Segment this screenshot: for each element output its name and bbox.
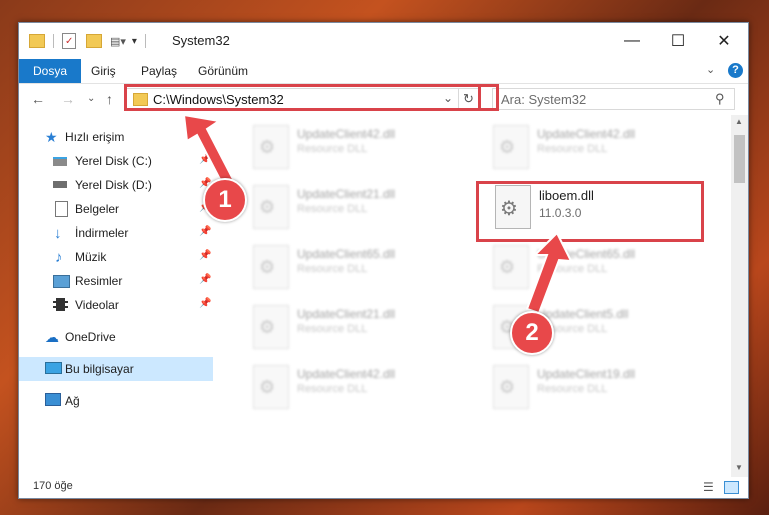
annotation-arrows [182, 113, 573, 315]
explorer-window: ✓ ▤▾ ▾ System32 — ☐ ✕ Dosya Giriş Paylaş… [18, 22, 749, 499]
step-badge-2: 2 [510, 311, 554, 355]
arrow-2 [525, 231, 573, 315]
step-badge-1: 1 [203, 178, 247, 222]
